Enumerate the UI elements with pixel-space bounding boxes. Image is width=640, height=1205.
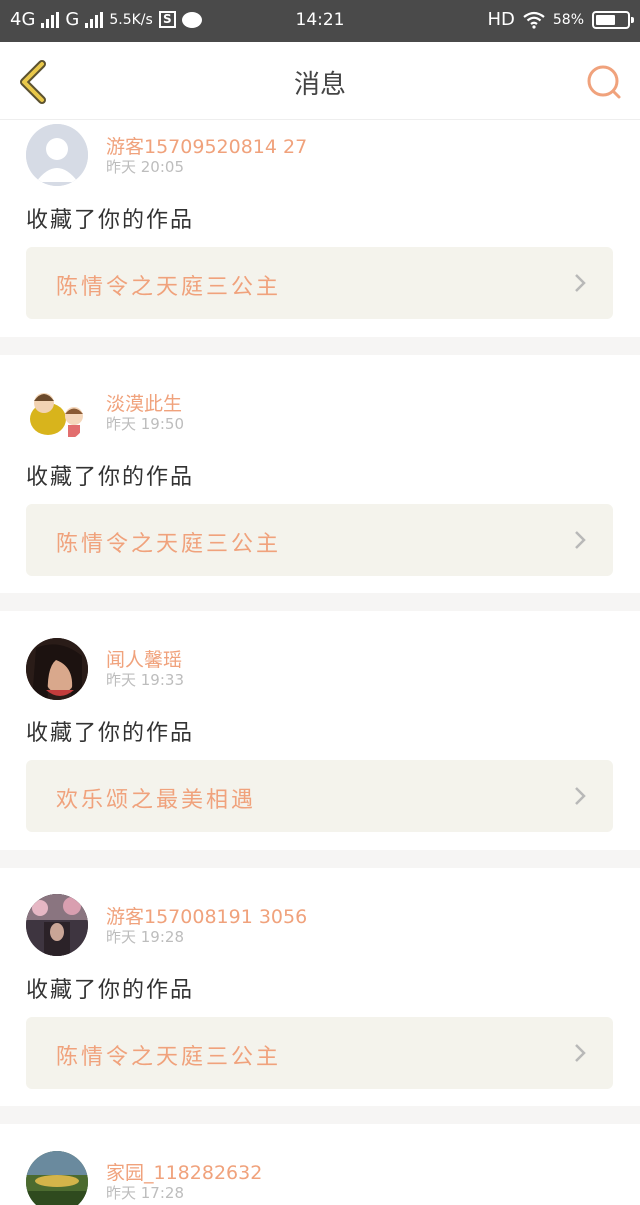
- hd-indicator: HD: [487, 9, 515, 30]
- photo-avatar-icon: [26, 894, 88, 956]
- page-title: 消息: [293, 70, 346, 100]
- timestamp: 昨天 19:28: [106, 928, 184, 946]
- message-card: 家园_118282632 昨天 17:28: [0, 1124, 640, 1205]
- work-title: 陈情令之天庭三公主: [56, 275, 282, 300]
- username[interactable]: 闻人馨瑶: [106, 645, 182, 672]
- message-list[interactable]: 游客15709520814 27 昨天 20:05 收藏了你的作品 陈情令之天庭…: [0, 120, 640, 1205]
- action-text: 收藏了你的作品: [26, 208, 195, 233]
- username[interactable]: 游客157008191 3056: [106, 902, 307, 929]
- work-title: 陈情令之天庭三公主: [56, 1045, 282, 1070]
- username[interactable]: 家园_118282632: [106, 1158, 262, 1185]
- username[interactable]: 游客15709520814 27: [106, 132, 307, 159]
- battery-icon: [592, 10, 634, 29]
- username[interactable]: 淡漠此生: [106, 389, 182, 416]
- message-card: 闻人馨瑶 昨天 19:33 收藏了你的作品 欢乐颂之最美相遇: [0, 611, 640, 850]
- avatar[interactable]: [26, 381, 88, 443]
- message-card: 游客157008191 3056 昨天 19:28 收藏了你的作品 陈情令之天庭…: [0, 868, 640, 1106]
- avatar[interactable]: [26, 894, 88, 956]
- work-link[interactable]: 陈情令之天庭三公主: [26, 247, 613, 319]
- chevron-right-icon: [575, 531, 586, 549]
- timestamp: 昨天 19:50: [106, 415, 184, 433]
- chevron-right-icon: [575, 274, 586, 292]
- battery-percent: 58%: [552, 11, 584, 28]
- cartoon-avatar-icon: [26, 381, 88, 443]
- status-bar: 4G G 5.5K/s S 14:21 HD 58%: [0, 0, 640, 42]
- search-icon[interactable]: [584, 62, 624, 102]
- avatar[interactable]: [26, 638, 88, 700]
- chevron-right-icon: [575, 1044, 586, 1062]
- avatar[interactable]: [26, 1151, 88, 1205]
- timestamp: 昨天 20:05: [106, 158, 184, 176]
- work-title: 欢乐颂之最美相遇: [56, 788, 257, 813]
- default-avatar-icon: [26, 124, 88, 186]
- chevron-right-icon: [575, 787, 586, 805]
- landscape-avatar-icon: [26, 1151, 88, 1205]
- photo-avatar-icon: [26, 638, 88, 700]
- work-link[interactable]: 陈情令之天庭三公主: [26, 1017, 613, 1089]
- work-title: 陈情令之天庭三公主: [56, 532, 282, 557]
- message-card: 游客15709520814 27 昨天 20:05 收藏了你的作品 陈情令之天庭…: [0, 120, 640, 337]
- navigation-bar: 消息: [0, 42, 640, 120]
- wifi-icon: [523, 11, 545, 29]
- timestamp: 昨天 19:33: [106, 671, 184, 689]
- work-link[interactable]: 陈情令之天庭三公主: [26, 504, 613, 576]
- timestamp: 昨天 17:28: [106, 1184, 184, 1202]
- action-text: 收藏了你的作品: [26, 465, 195, 490]
- action-text: 收藏了你的作品: [26, 721, 195, 746]
- message-card: 淡漠此生 昨天 19:50 收藏了你的作品 陈情令之天庭三公主: [0, 355, 640, 593]
- work-link[interactable]: 欢乐颂之最美相遇: [26, 760, 613, 832]
- avatar[interactable]: [26, 124, 88, 186]
- action-text: 收藏了你的作品: [26, 978, 195, 1003]
